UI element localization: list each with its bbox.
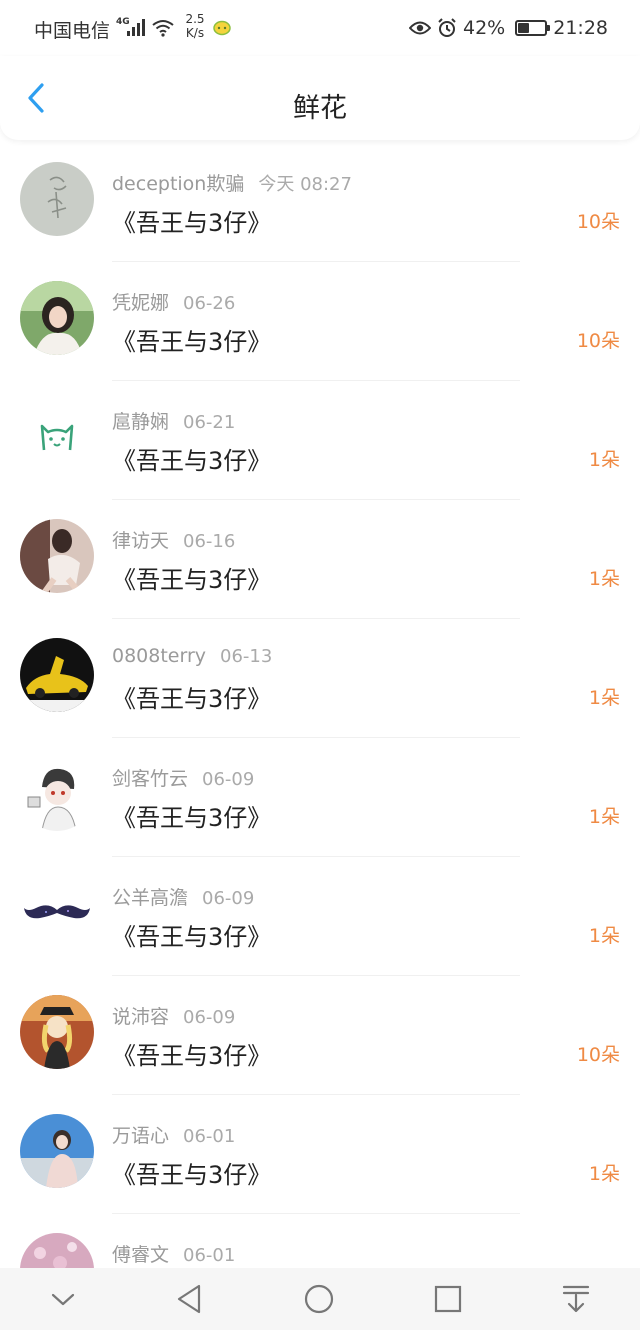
user-name: 傅睿文 bbox=[112, 1244, 170, 1266]
user-name: 说沛容 bbox=[112, 1006, 170, 1028]
record-meta: 凭妮娜 06-26 bbox=[112, 288, 235, 315]
record-meta: 律访天 06-16 bbox=[112, 526, 235, 553]
record-time: 06-13 bbox=[220, 646, 273, 667]
avatar[interactable] bbox=[20, 757, 94, 831]
eye-icon bbox=[409, 21, 431, 35]
record-time: 06-21 bbox=[183, 412, 236, 433]
mustache-avatar-icon bbox=[20, 876, 94, 950]
girl-sky-avatar-icon bbox=[20, 1114, 94, 1188]
list-item[interactable]: deception欺骗 今天 08:27 《吾王与3仔》 10朵 bbox=[0, 143, 640, 262]
list-item[interactable]: 0808terry 06-13 《吾王与3仔》 1朵 bbox=[0, 619, 640, 738]
user-name: 0808terry bbox=[112, 645, 207, 667]
speed-unit: K/s bbox=[185, 26, 205, 40]
avatar[interactable] bbox=[20, 876, 94, 950]
girl-sitting-avatar-icon bbox=[20, 519, 94, 593]
record-time: 06-26 bbox=[183, 293, 236, 314]
avatar[interactable] bbox=[20, 400, 94, 474]
book-title[interactable]: 《吾王与3仔》 bbox=[112, 798, 271, 833]
user-name: 公羊高澹 bbox=[112, 887, 189, 909]
avatar[interactable] bbox=[20, 162, 94, 236]
home-circle-icon[interactable] bbox=[303, 1283, 335, 1315]
book-title[interactable]: 《吾王与3仔》 bbox=[112, 441, 271, 476]
record-meta: deception欺骗 今天 08:27 bbox=[112, 169, 352, 196]
book-title[interactable]: 《吾王与3仔》 bbox=[112, 917, 271, 952]
status-bar: 中国电信 4G 2.5 K/s 42% 21:28 bbox=[0, 0, 640, 56]
list-item[interactable]: 公羊高澹 06-09 《吾王与3仔》 1朵 bbox=[0, 857, 640, 976]
flower-count: 1朵 bbox=[588, 1163, 620, 1185]
record-meta: 公羊高澹 06-09 bbox=[112, 883, 254, 910]
user-name: 律访天 bbox=[112, 530, 170, 552]
sports-car-avatar-icon bbox=[20, 638, 94, 712]
wifi-icon bbox=[152, 20, 174, 37]
battery-level bbox=[518, 23, 530, 33]
book-title[interactable]: 《吾王与3仔》 bbox=[112, 1155, 271, 1190]
user-name: deception欺骗 bbox=[112, 173, 245, 195]
avatar[interactable] bbox=[20, 638, 94, 712]
list-item[interactable]: 扈静娴 06-21 《吾王与3仔》 1朵 bbox=[0, 381, 640, 500]
signal-icon bbox=[127, 19, 145, 36]
record-time: 06-01 bbox=[183, 1245, 236, 1266]
record-time: 06-09 bbox=[202, 888, 255, 909]
speed-value: 2.5 bbox=[185, 12, 205, 26]
record-time: 今天 08:27 bbox=[258, 174, 352, 195]
list-item[interactable]: 剑客竹云 06-09 《吾王与3仔》 1朵 bbox=[0, 738, 640, 857]
book-title[interactable]: 《吾王与3仔》 bbox=[112, 322, 271, 357]
anime-girl-avatar-icon bbox=[20, 995, 94, 1069]
sketch-avatar-icon bbox=[20, 162, 94, 236]
record-meta: 说沛容 06-09 bbox=[112, 1002, 235, 1029]
system-nav-bar bbox=[0, 1268, 640, 1330]
network-speed: 2.5 K/s bbox=[182, 12, 208, 40]
book-title[interactable]: 《吾王与3仔》 bbox=[112, 1036, 271, 1071]
record-meta: 0808terry 06-13 bbox=[112, 645, 272, 667]
record-meta: 扈静娴 06-21 bbox=[112, 407, 235, 434]
list-item[interactable]: 凭妮娜 06-26 《吾王与3仔》 10朵 bbox=[0, 262, 640, 381]
chevron-down-icon[interactable] bbox=[49, 1289, 77, 1309]
list-item[interactable]: 万语心 06-01 《吾王与3仔》 1朵 bbox=[0, 1095, 640, 1214]
avatar[interactable] bbox=[20, 281, 94, 355]
flower-count: 1朵 bbox=[588, 806, 620, 828]
alarm-icon bbox=[438, 18, 456, 37]
flower-count: 10朵 bbox=[576, 330, 620, 352]
record-time: 06-16 bbox=[183, 531, 236, 552]
battery-percent: 42% bbox=[463, 17, 506, 39]
recents-square-icon[interactable] bbox=[433, 1284, 463, 1314]
download-arrow-icon[interactable] bbox=[561, 1283, 591, 1315]
flower-count: 1朵 bbox=[588, 687, 620, 709]
user-name: 剑客竹云 bbox=[112, 768, 189, 790]
avatar[interactable] bbox=[20, 1114, 94, 1188]
flower-count: 10朵 bbox=[576, 211, 620, 233]
record-meta: 万语心 06-01 bbox=[112, 1121, 235, 1148]
record-time: 06-09 bbox=[183, 1007, 236, 1028]
status-right-group: 42% 21:28 bbox=[409, 16, 608, 40]
flower-count: 1朵 bbox=[588, 568, 620, 590]
carrier-name: 中国电信 bbox=[34, 20, 111, 42]
message-notification-icon bbox=[213, 20, 231, 36]
flower-record-list: deception欺骗 今天 08:27 《吾王与3仔》 10朵 凭妮娜 06-26… bbox=[0, 143, 640, 1330]
user-name: 扈静娴 bbox=[112, 411, 170, 433]
record-time: 06-09 bbox=[202, 769, 255, 790]
book-title[interactable]: 《吾王与3仔》 bbox=[112, 679, 271, 714]
flower-count: 1朵 bbox=[588, 925, 620, 947]
page-header: 鲜花 bbox=[0, 56, 640, 140]
dog-line-avatar-icon bbox=[20, 400, 94, 474]
avatar[interactable] bbox=[20, 519, 94, 593]
flower-count: 1朵 bbox=[588, 449, 620, 471]
record-meta: 剑客竹云 06-09 bbox=[112, 764, 254, 791]
record-meta: 傅睿文 06-01 bbox=[112, 1240, 235, 1267]
avatar[interactable] bbox=[20, 995, 94, 1069]
list-item[interactable]: 说沛容 06-09 《吾王与3仔》 10朵 bbox=[0, 976, 640, 1095]
battery-icon bbox=[515, 20, 551, 36]
record-time: 06-01 bbox=[183, 1126, 236, 1147]
back-triangle-icon[interactable] bbox=[175, 1283, 205, 1315]
user-name: 凭妮娜 bbox=[112, 292, 170, 314]
list-item[interactable]: 律访天 06-16 《吾王与3仔》 1朵 bbox=[0, 500, 640, 619]
anime-boy-avatar-icon bbox=[20, 757, 94, 831]
girl-photo-avatar-icon bbox=[20, 281, 94, 355]
book-title[interactable]: 《吾王与3仔》 bbox=[112, 560, 271, 595]
clock: 21:28 bbox=[553, 17, 608, 39]
page-title: 鲜花 bbox=[293, 93, 347, 124]
flower-count: 10朵 bbox=[576, 1044, 620, 1066]
user-name: 万语心 bbox=[112, 1125, 170, 1147]
book-title[interactable]: 《吾王与3仔》 bbox=[112, 203, 271, 238]
